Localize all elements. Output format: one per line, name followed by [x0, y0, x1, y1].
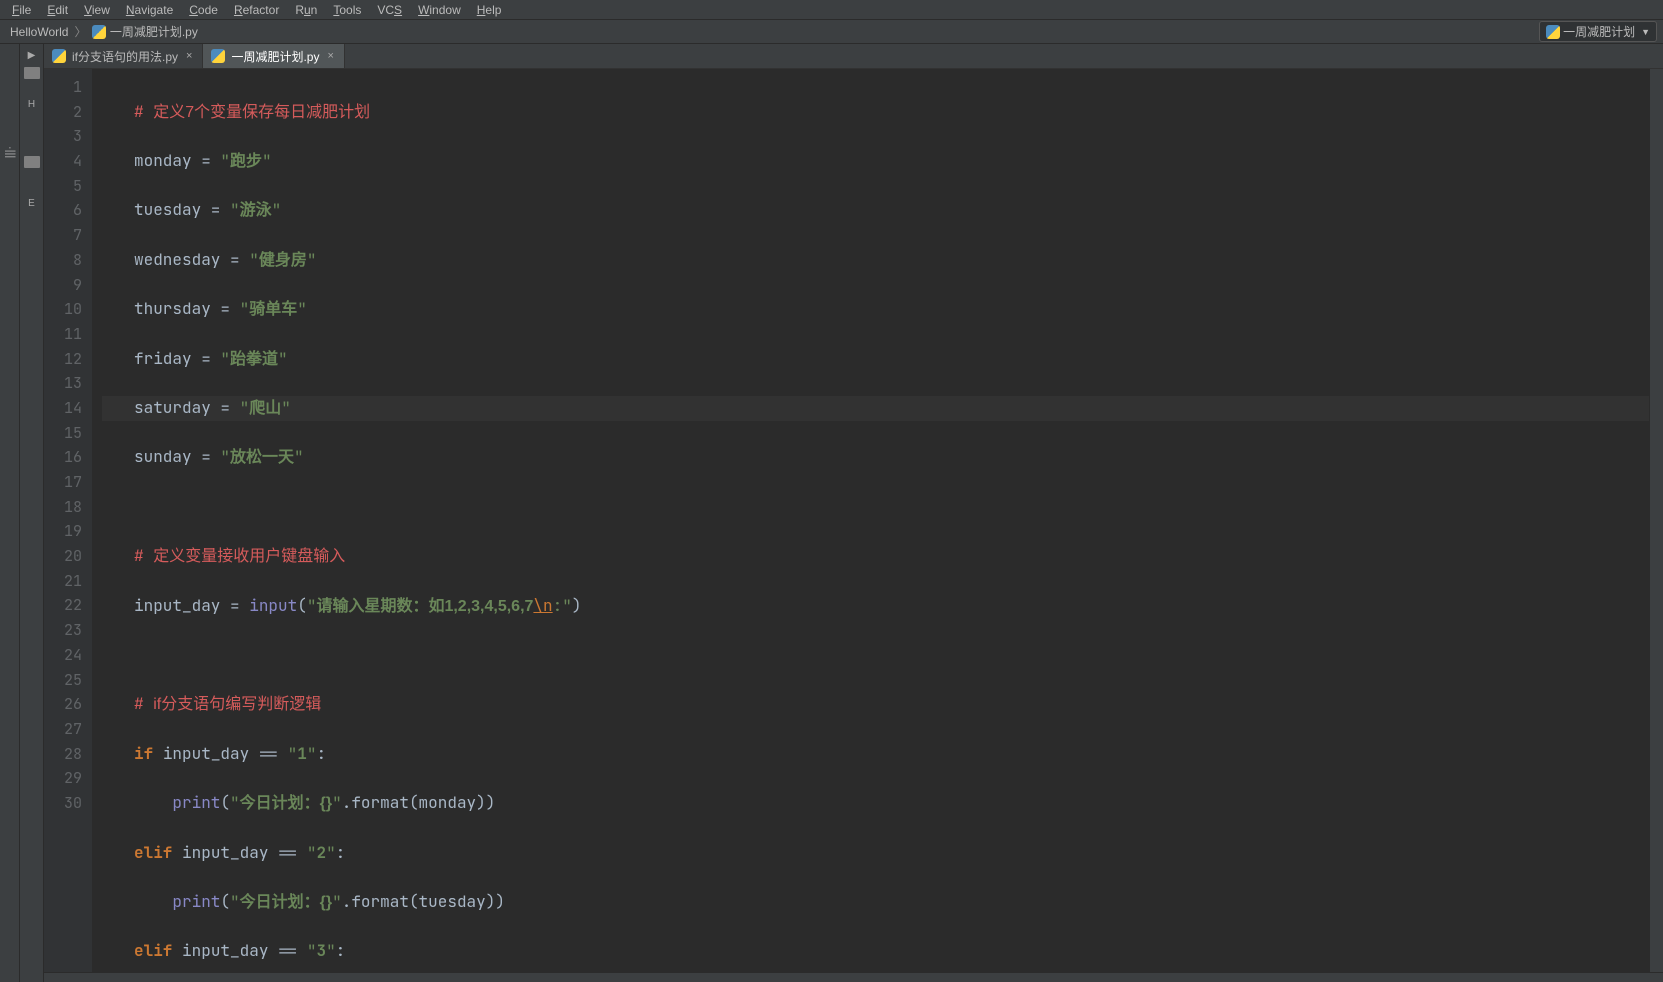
python-file-icon — [92, 25, 106, 39]
line-number-gutter: 1 2 3 4 5 6 7 8 9 10 11 12 13 14 15 16 1… — [44, 69, 92, 972]
menu-view[interactable]: View — [76, 1, 118, 19]
menu-vcs[interactable]: VCS — [369, 1, 410, 19]
run-config-label: 一周减肥计划 — [1563, 23, 1635, 40]
code-line: input_day = input("请输入星期数：如1,2,3,4,5,6,7… — [102, 594, 1649, 619]
run-configuration-selector[interactable]: 一周减肥计划 ▼ — [1539, 21, 1657, 42]
code-line: # 定义7个变量保存每日减肥计划 — [102, 100, 1649, 125]
code-line: friday = "跆拳道" — [102, 347, 1649, 372]
breadcrumb-file[interactable]: 一周减肥计划.py — [88, 23, 201, 40]
python-file-icon — [52, 49, 66, 63]
folder-icon — [24, 67, 40, 79]
python-file-icon — [211, 49, 225, 63]
code-line: monday = "跑步" — [102, 149, 1649, 174]
tab-week-plan[interactable]: 一周减肥计划.py × — [203, 44, 344, 68]
close-icon[interactable]: × — [325, 50, 335, 62]
code-line: print("今日计划：{}".format(monday)) — [102, 791, 1649, 816]
file-node-icon — [24, 156, 40, 168]
code-line: if input_day == "1": — [102, 742, 1649, 767]
breadcrumb-project-label: HelloWorld — [10, 25, 68, 39]
status-bar — [44, 972, 1663, 982]
tab-if-branch[interactable]: if分支语句的用法.py × — [44, 44, 203, 68]
editor-scrollbar[interactable] — [1649, 69, 1663, 972]
breadcrumb-separator: 〉 — [72, 23, 88, 40]
tab-label: if分支语句的用法.py — [72, 48, 178, 65]
structure-bars-icon[interactable]: |||· — [4, 142, 16, 162]
menu-navigate[interactable]: Navigate — [118, 1, 181, 19]
navigation-bar: HelloWorld 〉 一周减肥计划.py 一周减肥计划 ▼ — [0, 20, 1663, 44]
editor-area: if分支语句的用法.py × 一周减肥计划.py × 1 2 3 4 5 6 7… — [44, 44, 1663, 982]
code-line: # 定义变量接收用户键盘输入 — [102, 544, 1649, 569]
code-line-current: saturday = "爬山" — [102, 396, 1649, 421]
code-line: thursday = "骑单车" — [102, 297, 1649, 322]
code-line — [102, 643, 1649, 668]
project-tool-window[interactable]: ▶ H E — [20, 44, 44, 982]
menu-file[interactable]: File — [4, 1, 39, 19]
code-line: wednesday = "健身房" — [102, 248, 1649, 273]
breadcrumb-file-label: 一周减肥计划.py — [110, 23, 198, 40]
code-line: elif input_day == "3": — [102, 939, 1649, 964]
code-line — [102, 495, 1649, 520]
menu-help[interactable]: Help — [469, 1, 510, 19]
menu-bar: File Edit View Navigate Code Refactor Ru… — [0, 0, 1663, 20]
chevron-down-icon: ▼ — [1641, 27, 1650, 37]
tool-window-bar-left: |||· — [0, 44, 20, 982]
menu-code[interactable]: Code — [181, 1, 226, 19]
code-content[interactable]: # 定义7个变量保存每日减肥计划 monday = "跑步" tuesday =… — [92, 69, 1649, 972]
python-file-icon — [1546, 25, 1560, 39]
code-line: sunday = "放松一天" — [102, 445, 1649, 470]
menu-run[interactable]: Run — [287, 1, 325, 19]
menu-window[interactable]: Window — [410, 1, 469, 19]
code-line: print("今日计划：{}".format(tuesday)) — [102, 890, 1649, 915]
chevron-right-icon[interactable]: ▶ — [28, 50, 36, 61]
main-area: |||· ▶ H E if分支语句的用法.py × 一周减肥计划.py × — [0, 44, 1663, 982]
menu-refactor[interactable]: Refactor — [226, 1, 287, 19]
code-line: elif input_day == "2": — [102, 841, 1649, 866]
code-line: tuesday = "游泳" — [102, 198, 1649, 223]
menu-edit[interactable]: Edit — [39, 1, 76, 19]
editor-tabs: if分支语句的用法.py × 一周减肥计划.py × — [44, 44, 1663, 69]
close-icon[interactable]: × — [184, 50, 194, 62]
tab-label: 一周减肥计划.py — [231, 48, 319, 65]
code-line: # if分支语句编写判断逻辑 — [102, 692, 1649, 717]
code-editor[interactable]: 1 2 3 4 5 6 7 8 9 10 11 12 13 14 15 16 1… — [44, 69, 1663, 972]
proj-letter-e: E — [28, 198, 35, 209]
breadcrumb-project[interactable]: HelloWorld — [6, 25, 72, 39]
menu-tools[interactable]: Tools — [325, 1, 369, 19]
proj-letter-h: H — [28, 99, 35, 110]
